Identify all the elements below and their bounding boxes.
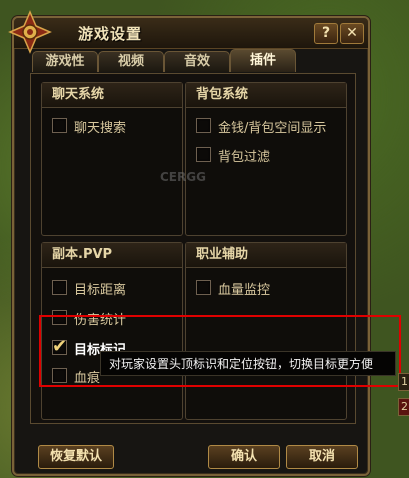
tab-gameplay[interactable]: 游戏性 — [32, 51, 98, 72]
bag-filter-label: 背包过滤 — [218, 150, 271, 165]
hp-monitor-checkbox[interactable] — [196, 280, 211, 295]
emblem-icon — [8, 10, 52, 54]
tab-video[interactable]: 视频 — [98, 51, 164, 72]
job-panel-title: 职业辅助 — [186, 243, 346, 268]
window-title: 游戏设置 — [78, 25, 143, 43]
chat-system-panel: 聊天系统 聊天搜索 — [41, 82, 183, 236]
dungeon-panel-title: 副本.PVP — [42, 243, 182, 268]
tab-audio[interactable]: 音效 — [164, 51, 230, 72]
close-button[interactable]: ✕ — [340, 23, 364, 44]
money-bag-space-label: 金钱/背包空间显示 — [218, 121, 327, 136]
hp-monitor-label: 血量监控 — [218, 283, 271, 298]
confirm-button[interactable]: 确认 — [208, 445, 280, 469]
title-bar[interactable]: 游戏设置 ? ✕ — [8, 10, 368, 54]
chat-search-label: 聊天搜索 — [74, 121, 127, 136]
chat-search-checkbox[interactable] — [52, 118, 67, 133]
bag-panel-title: 背包系统 — [186, 83, 346, 108]
bag-filter-checkbox[interactable] — [196, 147, 211, 162]
edge-slot-1: 1 — [398, 373, 409, 391]
target-distance-label: 目标距离 — [74, 283, 127, 298]
help-button[interactable]: ? — [314, 23, 338, 44]
tooltip-text: 对玩家设置头顶标识和定位按钮，切换目标更方便 — [100, 351, 396, 376]
edge-slot-2: 2 — [398, 398, 409, 416]
target-distance-checkbox[interactable] — [52, 280, 67, 295]
money-bag-space-checkbox[interactable] — [196, 118, 211, 133]
watermark-text: CERGG — [160, 170, 206, 184]
reset-default-button[interactable]: 恢复默认 — [38, 445, 114, 469]
bag-system-panel: 背包系统 金钱/背包空间显示 背包过滤 — [185, 82, 347, 236]
cancel-button[interactable]: 取消 — [286, 445, 358, 469]
game-settings-window: 游戏设置 ? ✕ 游戏性 视频 音效 插件 聊天系统 聊天搜索 背包系统 金钱/… — [8, 10, 370, 476]
tab-plugins[interactable]: 插件 — [230, 49, 296, 72]
chat-panel-title: 聊天系统 — [42, 83, 182, 108]
